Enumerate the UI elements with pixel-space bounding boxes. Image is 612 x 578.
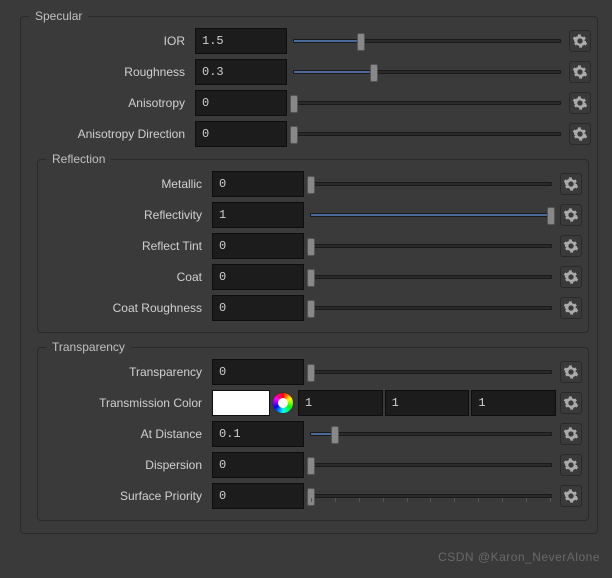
gear-icon[interactable] [560,361,582,383]
slider-ior[interactable] [293,28,561,54]
specular-legend: Specular [29,9,88,23]
input-surface-priority[interactable] [212,483,304,509]
gear-icon[interactable] [560,235,582,257]
row-anisotropy: Anisotropy [27,88,591,118]
input-anisotropy-direction[interactable] [195,121,287,147]
slider-at-distance[interactable] [310,421,552,447]
transparency-group: Transparency Transparency Transmission C… [37,347,589,521]
label-coat-roughness: Coat Roughness [44,301,212,315]
label-roughness: Roughness [27,65,195,79]
row-coat-roughness: Coat Roughness [44,293,582,323]
gear-icon[interactable] [560,204,582,226]
gear-icon[interactable] [560,173,582,195]
input-transmission-b[interactable] [471,390,556,416]
label-metallic: Metallic [44,177,212,191]
row-transparency: Transparency [44,357,582,387]
reflection-legend: Reflection [46,152,111,166]
input-coat-roughness[interactable] [212,295,304,321]
input-ior[interactable] [195,28,287,54]
input-metallic[interactable] [212,171,304,197]
gear-icon[interactable] [560,392,582,414]
gear-icon[interactable] [569,61,591,83]
row-surface-priority: Surface Priority [44,481,582,511]
label-dispersion: Dispersion [44,458,212,472]
input-anisotropy[interactable] [195,90,287,116]
input-reflectivity[interactable] [212,202,304,228]
gear-icon[interactable] [569,30,591,52]
input-transparency[interactable] [212,359,304,385]
label-reflect-tint: Reflect Tint [44,239,212,253]
slider-anisotropy-direction[interactable] [293,121,561,147]
row-coat: Coat [44,262,582,292]
label-at-distance: At Distance [44,427,212,441]
input-reflect-tint[interactable] [212,233,304,259]
gear-icon[interactable] [569,123,591,145]
gear-icon[interactable] [560,297,582,319]
slider-anisotropy[interactable] [293,90,561,116]
label-reflectivity: Reflectivity [44,208,212,222]
slider-coat[interactable] [310,264,552,290]
input-roughness[interactable] [195,59,287,85]
slider-coat-roughness[interactable] [310,295,552,321]
label-ior: IOR [27,34,195,48]
label-anisotropy: Anisotropy [27,96,195,110]
slider-reflectivity[interactable] [310,202,552,228]
row-at-distance: At Distance [44,419,582,449]
input-transmission-g[interactable] [385,390,470,416]
transparency-legend: Transparency [46,340,131,354]
color-wheel-icon[interactable] [272,392,294,414]
gear-icon[interactable] [569,92,591,114]
row-metallic: Metallic [44,169,582,199]
label-transparency: Transparency [44,365,212,379]
row-dispersion: Dispersion [44,450,582,480]
input-coat[interactable] [212,264,304,290]
slider-dispersion[interactable] [310,452,552,478]
specular-group: Specular IOR Roughness Anisotropy [20,16,598,534]
slider-reflect-tint[interactable] [310,233,552,259]
label-surface-priority: Surface Priority [44,489,212,503]
label-transmission-color: Transmission Color [44,396,212,410]
slider-surface-priority[interactable] [310,483,552,509]
input-transmission-r[interactable] [298,390,383,416]
row-transmission-color: Transmission Color [44,388,582,418]
row-reflectivity: Reflectivity [44,200,582,230]
gear-icon[interactable] [560,266,582,288]
label-coat: Coat [44,270,212,284]
gear-icon[interactable] [560,423,582,445]
reflection-group: Reflection Metallic Reflectivity Reflect… [37,159,589,333]
gear-icon[interactable] [560,454,582,476]
slider-transparency[interactable] [310,359,552,385]
slider-roughness[interactable] [293,59,561,85]
row-anisotropy-direction: Anisotropy Direction [27,119,591,149]
input-at-distance[interactable] [212,421,304,447]
row-reflect-tint: Reflect Tint [44,231,582,261]
label-anisotropy-direction: Anisotropy Direction [27,127,195,141]
color-swatch[interactable] [212,390,270,416]
row-ior: IOR [27,26,591,56]
row-roughness: Roughness [27,57,591,87]
slider-metallic[interactable] [310,171,552,197]
gear-icon[interactable] [560,485,582,507]
input-dispersion[interactable] [212,452,304,478]
